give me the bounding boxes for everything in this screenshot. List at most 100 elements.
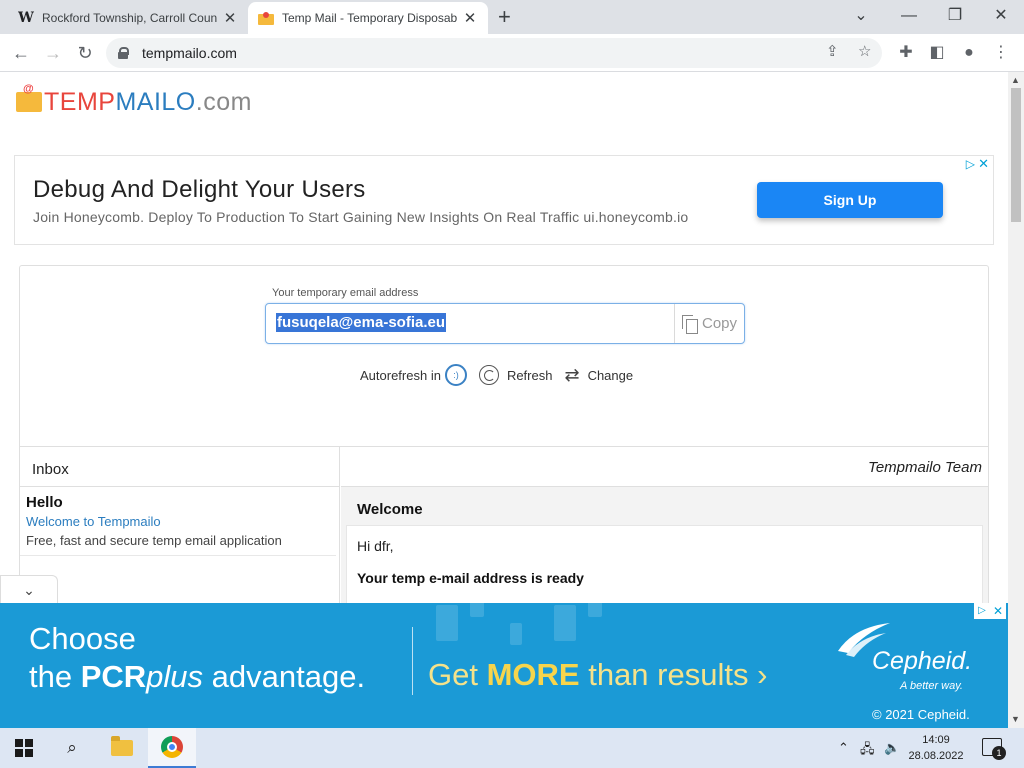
decor-shape xyxy=(588,603,602,617)
search-icon: ⌕ xyxy=(67,738,77,757)
tempmailo-icon xyxy=(258,10,274,26)
side-panel-icon[interactable]: ◧ xyxy=(924,40,950,66)
logo-dotcom: .com xyxy=(195,88,252,116)
inbox-item[interactable]: Hello Welcome to Tempmailo Free, fast an… xyxy=(20,487,336,556)
close-icon[interactable]: ✕ xyxy=(222,9,238,27)
decor-shape xyxy=(470,603,484,617)
page-scrollbar[interactable]: ▲ ▼ xyxy=(1008,72,1024,728)
url-text[interactable]: tempmailo.com xyxy=(142,45,237,61)
ad-close-icon[interactable]: ✕ xyxy=(990,603,1006,619)
ad-headline[interactable]: Debug And Delight Your Users xyxy=(33,176,366,204)
adchoices-icon[interactable]: ▷ xyxy=(966,157,975,171)
ad-line-choose[interactable]: Choose xyxy=(29,621,136,657)
change-button[interactable]: Change xyxy=(588,368,634,383)
autorefresh-label: Autorefresh in xyxy=(360,367,441,383)
profile-avatar-icon[interactable]: ● xyxy=(956,40,982,66)
address-bar[interactable]: tempmailo.com xyxy=(106,38,882,68)
file-explorer-button[interactable] xyxy=(98,728,146,768)
chrome-icon xyxy=(161,736,183,758)
inbox-item-from[interactable]: Hello xyxy=(26,494,330,511)
decor-shape xyxy=(436,605,458,641)
bookmark-star-icon[interactable]: ☆ xyxy=(858,42,871,60)
ad-text: plus xyxy=(146,659,204,694)
ad-text: the xyxy=(29,659,81,694)
decor-shape xyxy=(510,623,522,645)
message-greeting: Hi dfr, xyxy=(357,538,394,554)
notification-badge: 1 xyxy=(992,746,1006,760)
chevron-down-icon[interactable]: ⌄ xyxy=(23,582,35,598)
windows-logo-icon xyxy=(15,739,33,757)
envelope-icon xyxy=(16,83,42,112)
close-icon[interactable]: ✕ xyxy=(462,9,478,27)
signup-button[interactable]: Sign Up xyxy=(757,182,943,218)
site-logo[interactable]: TEMPMAILO.com xyxy=(16,83,252,117)
copy-icon xyxy=(681,314,698,334)
new-tab-button[interactable]: + xyxy=(498,4,511,30)
logo-temp: TEMP xyxy=(44,88,116,116)
ad-cta[interactable]: Get MORE than results › xyxy=(428,657,767,693)
scroll-up-arrow-icon[interactable]: ▲ xyxy=(1011,75,1020,85)
tab-tempmailo[interactable]: Temp Mail - Temporary Disposab ✕ xyxy=(248,2,488,34)
windows-taskbar: ⌕ ⌃ 🖧 🔈 14:09 28.08.2022 1 xyxy=(0,728,1024,768)
network-icon[interactable]: 🖧 xyxy=(860,740,875,762)
lock-icon[interactable] xyxy=(118,47,129,59)
ad-text: Get xyxy=(428,657,487,692)
inbox-title: Inbox xyxy=(20,447,339,487)
wikipedia-icon: W xyxy=(18,10,34,26)
folder-icon xyxy=(111,736,133,756)
ad-banner-top[interactable]: Debug And Delight Your Users Join Honeyc… xyxy=(14,155,994,245)
tab-wikipedia[interactable]: W Rockford Township, Carroll Coun ✕ xyxy=(8,2,248,34)
tab-search-button[interactable]: ⌄ xyxy=(846,4,876,28)
ad-text: MORE xyxy=(486,657,580,692)
collapse-ad-button[interactable]: ⌄ xyxy=(0,575,58,603)
ad-copyright: © 2021 Cepheid. xyxy=(872,707,970,722)
email-label: Your temporary email address xyxy=(272,287,419,299)
inbox-item-subject[interactable]: Welcome to Tempmailo xyxy=(26,514,330,529)
share-icon[interactable]: ⇪ xyxy=(826,42,839,60)
page-viewport: TEMPMAILO.com Debug And Delight Your Use… xyxy=(0,72,1008,728)
copy-button[interactable]: Copy xyxy=(674,304,744,343)
ad-text: advantage. xyxy=(203,659,366,694)
volume-icon[interactable]: 🔈 xyxy=(884,740,900,756)
clock-date: 28.08.2022 xyxy=(908,750,964,762)
message-subject: Welcome xyxy=(357,501,423,518)
reload-icon[interactable]: ↻ xyxy=(72,40,98,66)
ad-text: than results › xyxy=(579,657,768,692)
ad-subline[interactable]: Join Honeycomb. Deploy To Production To … xyxy=(33,209,688,225)
ad-brand: Cepheid. xyxy=(872,647,973,675)
ad-line-pcr[interactable]: the PCRplus advantage. xyxy=(29,659,365,695)
scroll-down-arrow-icon[interactable]: ▼ xyxy=(1011,714,1020,724)
back-arrow-icon[interactable]: ← xyxy=(8,40,34,66)
email-address-box[interactable]: fusuqela@ema-sofia.eu Copy xyxy=(265,303,745,344)
ad-tagline: A better way. xyxy=(900,680,963,692)
ad-close-icon[interactable]: ✕ xyxy=(978,156,989,172)
refresh-button[interactable]: Refresh xyxy=(507,368,553,383)
logo-mailo: MAILO xyxy=(115,88,196,116)
email-address-text[interactable]: fusuqela@ema-sofia.eu xyxy=(276,313,447,332)
forward-arrow-icon[interactable]: → xyxy=(40,40,66,66)
ad-banner-bottom[interactable]: Choose the PCRplus advantage. Get MORE t… xyxy=(0,603,1008,728)
email-address-field[interactable]: fusuqela@ema-sofia.eu xyxy=(266,304,674,343)
clock-time: 14:09 xyxy=(922,734,950,746)
minimize-button[interactable]: — xyxy=(894,4,924,28)
message-sender: Tempmailo Team xyxy=(341,447,988,487)
swap-arrows-icon[interactable]: ⇄ xyxy=(564,365,579,386)
system-clock[interactable]: 14:09 28.08.2022 xyxy=(904,732,968,764)
chrome-taskbar-button[interactable] xyxy=(148,728,196,768)
refresh-icon[interactable] xyxy=(478,365,499,385)
tab-title: Temp Mail - Temporary Disposab xyxy=(282,11,458,25)
menu-kebab-icon[interactable]: ⋮ xyxy=(988,40,1014,66)
inbox-item-preview[interactable]: Free, fast and secure temp email applica… xyxy=(26,533,330,548)
decor-shape xyxy=(554,605,576,641)
copy-label: Copy xyxy=(701,315,738,332)
extensions-puzzle-icon[interactable]: ✚ xyxy=(893,40,919,66)
start-button[interactable] xyxy=(0,728,48,768)
scrollbar-thumb[interactable] xyxy=(1011,88,1021,222)
tab-strip: W Rockford Township, Carroll Coun ✕ Temp… xyxy=(0,0,1024,34)
close-window-button[interactable]: ✕ xyxy=(986,4,1016,28)
search-button[interactable]: ⌕ xyxy=(48,728,96,768)
message-heading: Your temp e-mail address is ready xyxy=(357,570,584,586)
adchoices-icon[interactable]: ▷ xyxy=(974,603,990,619)
tray-chevron-up-icon[interactable]: ⌃ xyxy=(838,740,849,756)
restore-button[interactable]: ❐ xyxy=(940,4,970,28)
